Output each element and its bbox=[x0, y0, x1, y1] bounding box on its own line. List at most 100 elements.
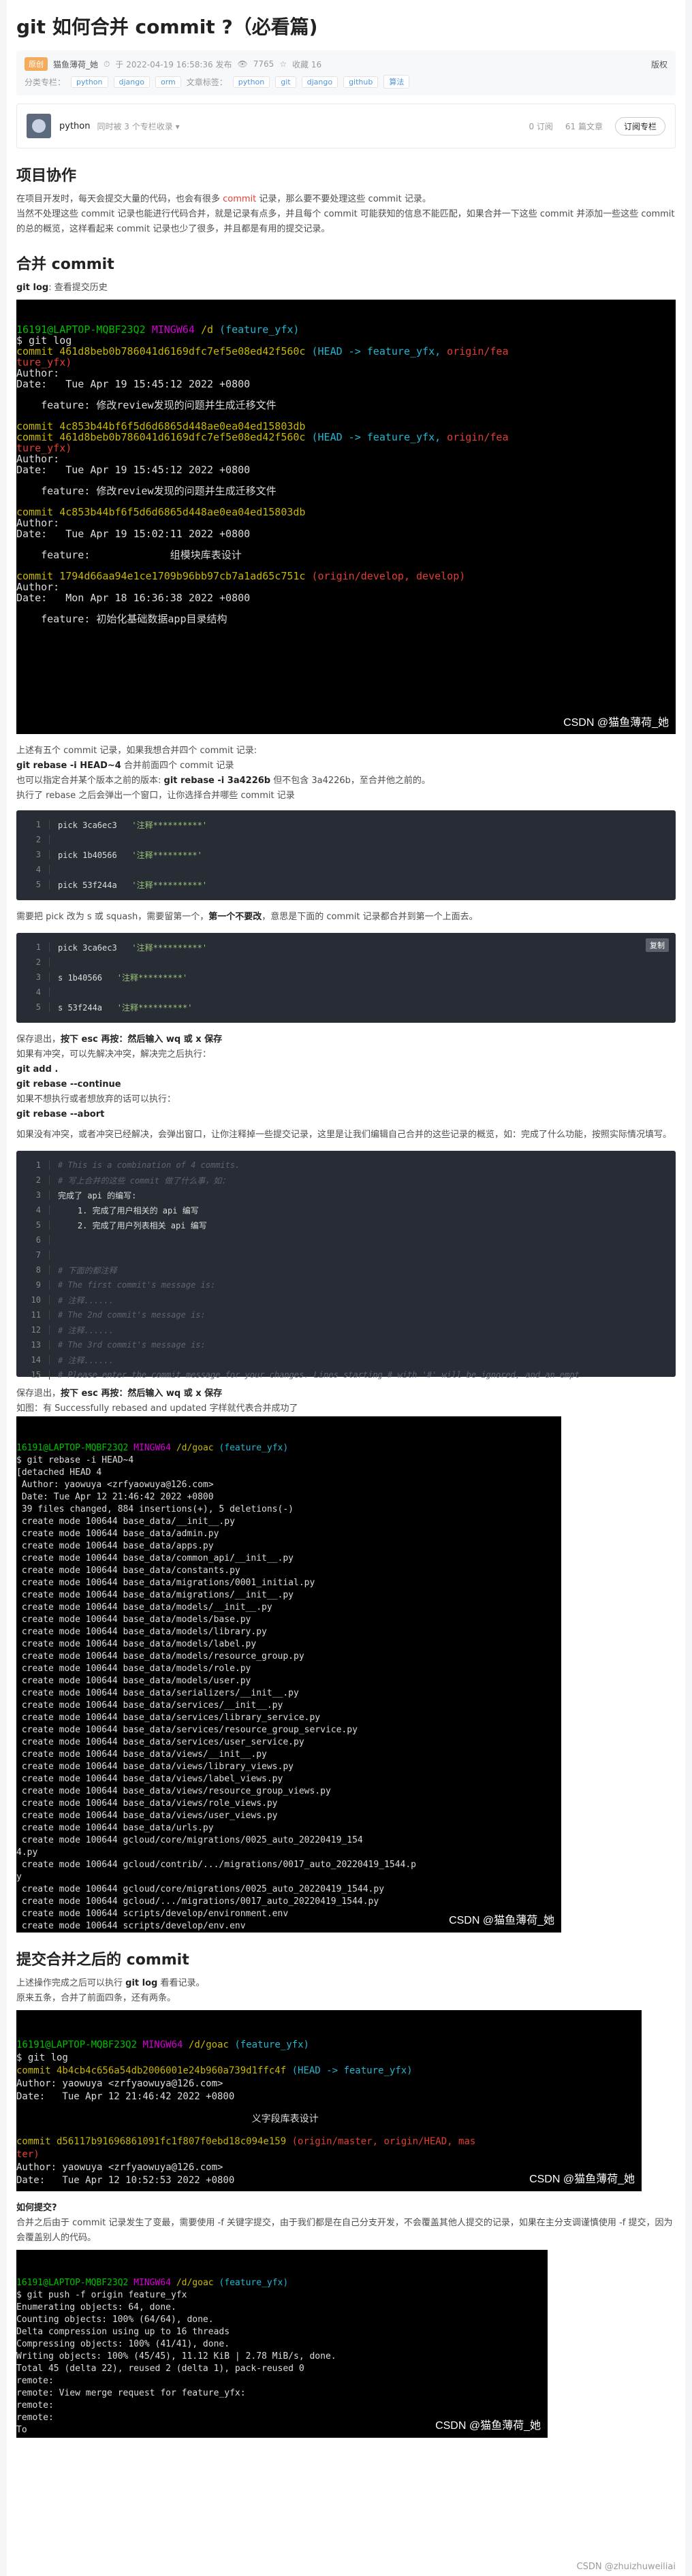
terminal-line: Compressing objects: 100% (41/41), done. bbox=[16, 2339, 230, 2349]
paragraph: 如何提交? bbox=[16, 2203, 57, 2213]
terminal-line: commit 4c853b44bf6f5d6d6865d448ae0ea04ed… bbox=[16, 420, 306, 432]
terminal-line: Author: bbox=[16, 517, 66, 529]
terminal-line: create mode 100644 base_data/models/base… bbox=[16, 1615, 251, 1625]
article-title: git 如何合并 commit ?（必看篇) bbox=[16, 16, 318, 38]
clock-icon: ⏱ bbox=[104, 59, 110, 69]
terminal-line: 4.py bbox=[16, 1847, 38, 1858]
terminal-line: 义字段库表设计 bbox=[16, 2114, 319, 2125]
terminal-line: create mode 100644 base_data/views/role_… bbox=[16, 1798, 278, 1809]
code-line: 6 bbox=[16, 1233, 676, 1247]
terminal-line: commit 461d8beb0b786041d6169dfc7ef5e08ed… bbox=[16, 345, 509, 357]
article-tag[interactable]: 算法 bbox=[383, 75, 410, 89]
terminal-line: commit 1794d66aa94e1ce1709b96bb97cb7a1ad… bbox=[16, 570, 466, 582]
terminal-line: feature: 修改review发现的问题并生成迁移文件 bbox=[16, 485, 277, 497]
terminal-line: create mode 100644 base_data/models/user… bbox=[16, 1676, 251, 1686]
terminal-line: $ git log bbox=[16, 334, 72, 347]
code-line: 8 # 下面的都注释 bbox=[16, 1262, 676, 1277]
terminal-line: 39 files changed, 884 insertions(+), 5 d… bbox=[16, 1504, 294, 1514]
terminal-line: Delta compression using up to 16 threads bbox=[16, 2327, 230, 2337]
terminal-screenshot-git-log-after: 16191@LAPTOP-MQBF23Q2 MINGW64 /d/goac (f… bbox=[16, 2010, 642, 2191]
line-number: 3 bbox=[16, 850, 50, 859]
line-number: 2 bbox=[16, 1175, 50, 1185]
column-name[interactable]: python bbox=[59, 121, 90, 131]
terminal-line: create mode 100644 gcloud/core/migration… bbox=[16, 1835, 363, 1845]
original-badge: 原创 bbox=[25, 57, 48, 71]
column-sub[interactable]: 同时被 3 个专栏收录 ▾ bbox=[97, 121, 179, 132]
terminal-line: 16191@LAPTOP-MQBF23Q2 MINGW64 /d/goac (f… bbox=[16, 1443, 289, 1453]
category-tag[interactable]: python bbox=[71, 76, 108, 88]
paragraph: 原来五条，合并了前面四条，还有两条。 bbox=[16, 1993, 176, 2003]
code-text: # The first commit's message is: bbox=[58, 1280, 216, 1290]
code-line: 4 1. 完成了用户相关的 api 编写 bbox=[16, 1203, 676, 1218]
terminal-line: feature: 初始化基础数据app目录结构 bbox=[16, 613, 227, 625]
terminal-line: create mode 100644 base_data/serializers… bbox=[16, 1688, 299, 1698]
terminal-line: create mode 100644 base_data/services/li… bbox=[16, 1713, 321, 1723]
terminal-line: create mode 100644 base_data/services/re… bbox=[16, 1725, 358, 1735]
terminal-line: create mode 100644 base_data/services/__… bbox=[16, 1700, 283, 1711]
paragraph: git add . bbox=[16, 1064, 59, 1075]
terminal-line: Date: Tue Apr 19 15:45:12 2022 +0800 bbox=[16, 378, 251, 390]
terminal-line: [detached HEAD 4 bbox=[16, 1467, 102, 1478]
terminal-line: Author: yaowuya <zrfyaowuya@126.com> bbox=[16, 2078, 223, 2089]
copy-button[interactable]: 复制 bbox=[646, 938, 669, 952]
paragraph: git rebase --continue bbox=[16, 1079, 121, 1090]
article-tag[interactable]: git bbox=[275, 76, 296, 88]
article-meta: 原创 猫鱼薄荷_她 ⏱ 于 2022-04-19 16:58:36 发布 👁 7… bbox=[16, 50, 676, 95]
code-line: 15 # Please enter the commit message for … bbox=[16, 1367, 676, 1382]
terminal-line: ture_yfx) bbox=[16, 356, 72, 368]
article-tag[interactable]: django bbox=[301, 76, 339, 88]
copyright-link[interactable]: 版权 bbox=[651, 59, 667, 70]
terminal-line: create mode 100644 base_data/views/label… bbox=[16, 1774, 283, 1784]
line-number: 13 bbox=[16, 1340, 50, 1350]
terminal-line: create mode 100644 gcloud/.../migrations… bbox=[16, 1896, 379, 1907]
code-line: 13 # The 3rd commit's message is: bbox=[16, 1337, 676, 1352]
code-line: 4 bbox=[16, 985, 676, 1000]
terminal-line: Author: bbox=[16, 581, 66, 593]
code-line: 4 bbox=[16, 862, 676, 877]
code-block-pick: 1 pick 3ca6ec3 '注释**********' 2 3 pick 1b405… bbox=[16, 810, 676, 900]
collect-count[interactable]: 收藏 16 bbox=[292, 59, 321, 70]
view-count: 7765 bbox=[253, 59, 274, 69]
author-link[interactable]: 猫鱼薄荷_她 bbox=[53, 59, 98, 70]
code-line: 5 pick 53f244a '注释**********' bbox=[16, 877, 676, 892]
paragraph: 需要把 pick 改为 s 或 squash，需要留第一个，第一个不要改，意思是… bbox=[16, 912, 478, 922]
line-number: 5 bbox=[16, 1002, 50, 1012]
section-heading: 合并 commit bbox=[16, 256, 114, 273]
paragraph: 当然不处理这些 commit 记录也能进行代码合并，就是记录有点多，并且每个 c… bbox=[16, 209, 675, 234]
article-tag[interactable]: github bbox=[343, 76, 379, 88]
category-tag[interactable]: orm bbox=[155, 76, 181, 88]
code-line: 3 完成了 api 的编写: bbox=[16, 1188, 676, 1203]
terminal-line: 16191@LAPTOP-MQBF23Q2 MINGW64 /d (featur… bbox=[16, 323, 300, 336]
commit-link[interactable]: commit bbox=[223, 194, 256, 204]
terminal-line: create mode 100644 base_data/migrations/… bbox=[16, 1578, 315, 1588]
code-line: 1 pick 3ca6ec3 '注释**********' bbox=[16, 940, 676, 955]
code-text: # Please enter the commit message for yo… bbox=[58, 1370, 580, 1380]
terminal-line: commit d56117b91696861091fc1f807f0ebd18c… bbox=[16, 2136, 476, 2147]
terminal-line: ture_yfx) bbox=[16, 442, 72, 454]
code-line: 1 pick 3ca6ec3 '注释**********' bbox=[16, 817, 676, 832]
terminal-line: create mode 100644 base_data/__init__.py bbox=[16, 1516, 235, 1527]
code-text: 完成了 api 的编写: bbox=[58, 1190, 137, 1200]
eye-icon: 👁 bbox=[237, 59, 248, 69]
line-number: 3 bbox=[16, 972, 50, 982]
paragraph: 在项目开发时，每天会提交大量的代码，也会有很多 commit 记录，那么要不要处… bbox=[16, 194, 431, 204]
code-line: 5 2. 完成了用户列表相关 api 编写 bbox=[16, 1218, 676, 1233]
line-number: 12 bbox=[16, 1325, 50, 1335]
watermark: CSDN @猫鱼薄荷_她 bbox=[449, 1915, 554, 1926]
code-line: 12 # 注释...... bbox=[16, 1322, 676, 1337]
terminal-line: create mode 100644 base_data/models/labe… bbox=[16, 1639, 257, 1649]
paragraph: 保存退出，按下 esc 再按：然后输入 wq 或 x 保存 bbox=[16, 1388, 223, 1399]
line-number: 1 bbox=[16, 820, 50, 829]
terminal-line: create mode 100644 base_data/views/resou… bbox=[16, 1786, 331, 1796]
column-card[interactable]: python 同时被 3 个专栏收录 ▾ 0 订阅 61 篇文章 订阅专栏 bbox=[16, 104, 676, 148]
subscribe-button[interactable]: 订阅专栏 bbox=[614, 116, 665, 136]
category-tag[interactable]: django bbox=[113, 76, 150, 88]
article-tag[interactable]: python bbox=[232, 76, 270, 88]
terminal-line: create mode 100644 base_data/apps.py bbox=[16, 1541, 214, 1551]
paragraph: git rebase -i HEAD~4 合并前面四个 commit 记录 bbox=[16, 761, 234, 771]
line-number: 7 bbox=[16, 1250, 50, 1260]
paragraph: git log: 查看提交历史 bbox=[16, 283, 108, 293]
